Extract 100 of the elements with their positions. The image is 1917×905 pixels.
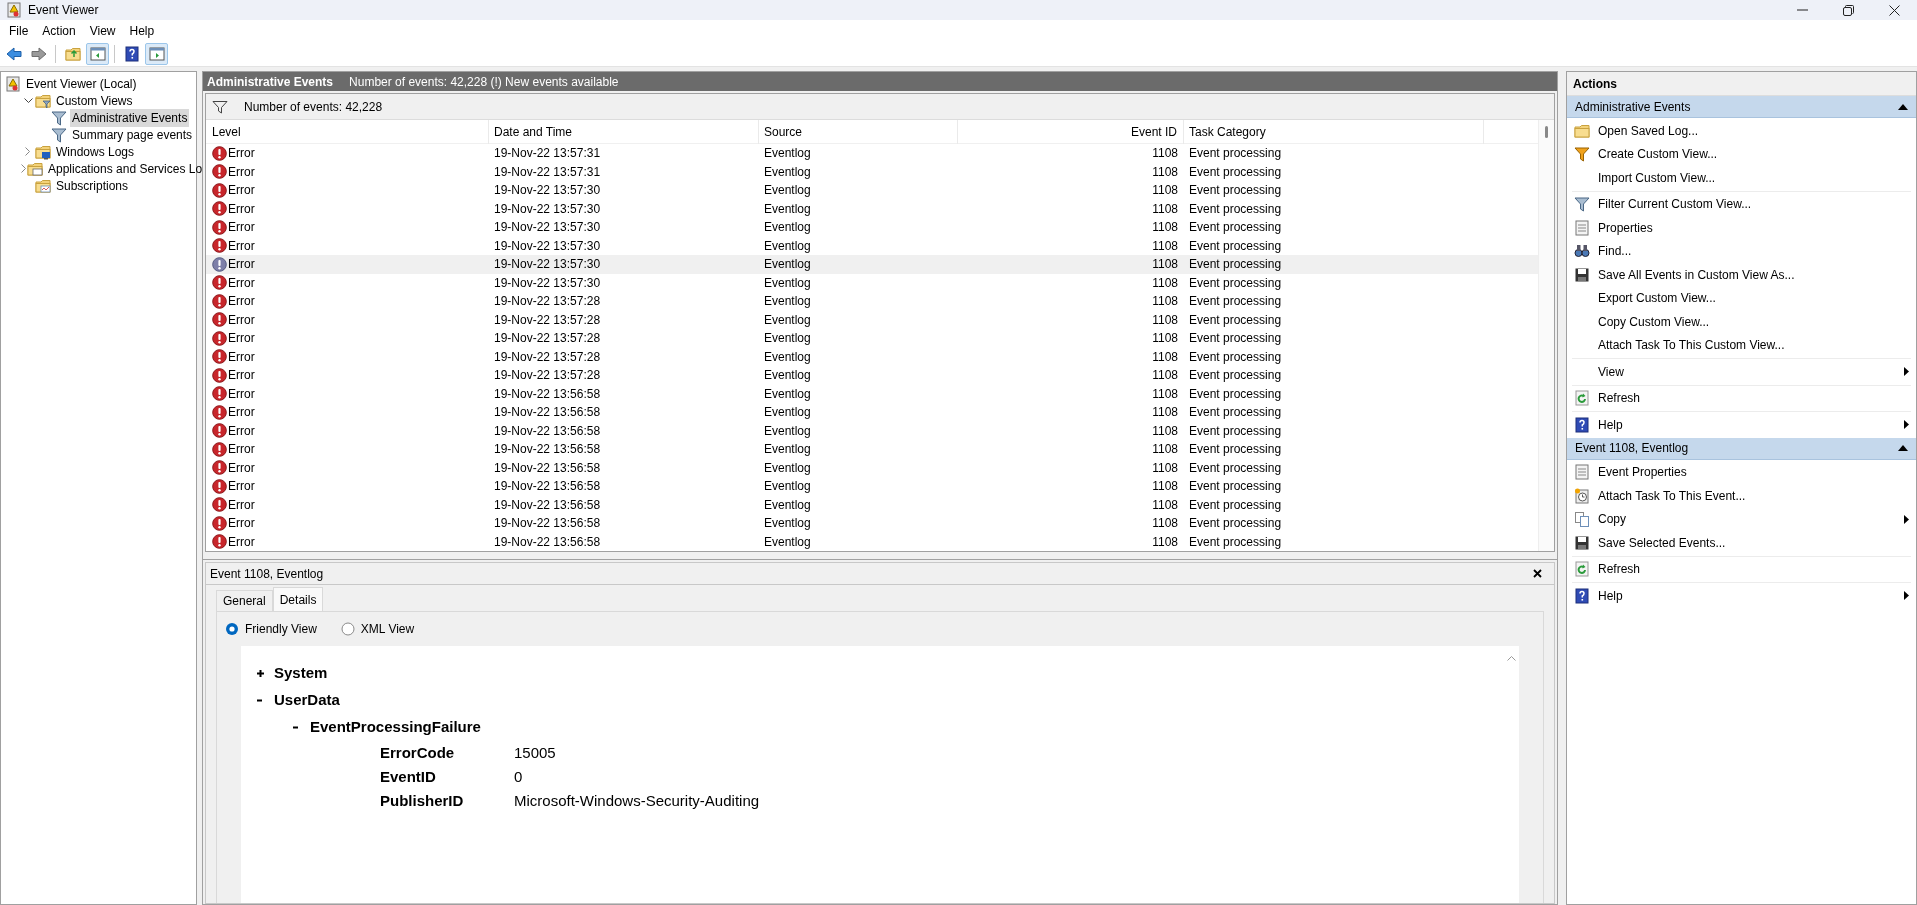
event-row[interactable]: Error 19-Nov-22 13:56:58 Eventlog 1108 Event processing xyxy=(206,477,1538,496)
tree-item[interactable]: Summary page events xyxy=(70,125,195,144)
tree-item[interactable]: Custom Views xyxy=(54,91,135,110)
category-cell: Event processing xyxy=(1189,423,1282,438)
tree-item[interactable]: Subscriptions xyxy=(54,176,131,195)
level-cell-text: Error xyxy=(228,182,255,200)
error-icon xyxy=(212,145,227,161)
column-header[interactable]: Level xyxy=(206,119,489,144)
actions-pane-command[interactable]: Create Custom View... xyxy=(1572,142,1911,166)
source-cell: Eventlog xyxy=(764,386,811,401)
actions-pane-command[interactable]: Copy xyxy=(1572,507,1911,531)
menu-item[interactable]: Help xyxy=(122,21,162,41)
actions-pane-command[interactable]: Find... xyxy=(1572,239,1911,263)
chevron-right-icon[interactable] xyxy=(21,164,27,173)
menu-item[interactable]: View xyxy=(82,21,123,41)
actions-pane-command[interactable]: Refresh xyxy=(1572,386,1911,410)
source-cell: Eventlog xyxy=(764,479,811,494)
actions-pane-command[interactable]: View xyxy=(1572,360,1911,384)
tree-item[interactable]: Windows Logs xyxy=(54,142,137,161)
event-row[interactable]: Error 19-Nov-22 13:57:30 Eventlog 1108 Event processing xyxy=(206,255,1538,274)
event-row[interactable]: Error 19-Nov-22 13:56:58 Eventlog 1108 Event processing xyxy=(206,384,1538,403)
category-cell: Event processing xyxy=(1189,238,1282,253)
actions-pane-command[interactable]: Attach Task To This Custom View... xyxy=(1572,333,1911,357)
tree-item[interactable]: Administrative Events xyxy=(70,108,190,127)
radio-selected-icon[interactable] xyxy=(225,622,239,636)
event-row[interactable]: Error 19-Nov-22 13:57:28 Eventlog 1108 Event processing xyxy=(206,329,1538,348)
actions-pane-command[interactable]: Attach Task To This Event... xyxy=(1572,484,1911,508)
event-id-cell: 1108 xyxy=(1152,479,1178,494)
actions-pane-command[interactable]: Import Custom View... xyxy=(1572,166,1911,190)
event-row[interactable]: Error 19-Nov-22 13:56:58 Eventlog 1108 Event processing xyxy=(206,403,1538,422)
actions-pane-command[interactable]: Save All Events in Custom View As... xyxy=(1572,263,1911,287)
column-header[interactable]: Event ID xyxy=(958,119,1184,144)
scrollbar[interactable] xyxy=(1538,120,1554,551)
category-cell: Event processing xyxy=(1189,312,1282,327)
actions-pane-command[interactable]: Help xyxy=(1572,584,1911,608)
radio-label[interactable]: Friendly View xyxy=(245,620,317,638)
tab[interactable]: Details xyxy=(272,587,324,611)
chevron-right-icon[interactable] xyxy=(25,147,31,156)
event-row[interactable]: Error 19-Nov-22 13:57:30 Eventlog 1108 Event processing xyxy=(206,218,1538,237)
event-row[interactable]: Error 19-Nov-22 13:57:31 Eventlog 1108 Event processing xyxy=(206,144,1538,163)
error-icon xyxy=(212,201,227,217)
tree-item[interactable]: Event Viewer (Local) xyxy=(24,74,139,93)
column-header[interactable]: Task Category xyxy=(1184,119,1484,144)
actions-pane-command[interactable]: Event Properties xyxy=(1572,460,1911,484)
event-id-cell: 1108 xyxy=(1152,442,1178,457)
menu-item[interactable]: File xyxy=(2,21,36,41)
binoculars-icon xyxy=(1574,243,1590,260)
chevron-down-icon[interactable] xyxy=(23,97,33,104)
section-header[interactable]: Event 1108, Eventlog xyxy=(1567,437,1916,460)
column-header[interactable]: Date and Time xyxy=(489,119,759,144)
event-row[interactable]: Error 19-Nov-22 13:57:30 Eventlog 1108 Event processing xyxy=(206,273,1538,292)
column-header[interactable]: Source xyxy=(759,119,958,144)
event-log-icon xyxy=(5,75,21,92)
actions-pane-command[interactable]: Save Selected Events... xyxy=(1572,531,1911,555)
category-cell: Event processing xyxy=(1189,405,1282,420)
event-id-cell: 1108 xyxy=(1152,183,1178,198)
actions-pane-command[interactable]: Copy Custom View... xyxy=(1572,310,1911,334)
save-icon xyxy=(1574,534,1590,551)
event-row[interactable]: Error 19-Nov-22 13:57:28 Eventlog 1108 Event processing xyxy=(206,347,1538,366)
tab[interactable]: General xyxy=(216,590,273,611)
filter-icon xyxy=(51,109,67,126)
event-row[interactable]: Error 19-Nov-22 13:57:31 Eventlog 1108 Event processing xyxy=(206,162,1538,181)
event-row[interactable]: Error 19-Nov-22 13:57:30 Eventlog 1108 Event processing xyxy=(206,236,1538,255)
category-cell: Event processing xyxy=(1189,257,1282,272)
radio-label[interactable]: XML View xyxy=(360,620,415,638)
event-id-cell: 1108 xyxy=(1152,534,1178,549)
field-name: PublisherID xyxy=(380,790,465,811)
menu-item[interactable]: Action xyxy=(35,21,83,41)
event-row[interactable]: Error 19-Nov-22 13:56:58 Eventlog 1108 Event processing xyxy=(206,458,1538,477)
actions-pane-command[interactable]: Refresh xyxy=(1572,557,1911,581)
event-row[interactable]: Error 19-Nov-22 13:57:28 Eventlog 1108 Event processing xyxy=(206,366,1538,385)
source-cell: Eventlog xyxy=(764,257,811,272)
radio-icon[interactable] xyxy=(340,622,355,636)
event-row[interactable]: Error 19-Nov-22 13:57:30 Eventlog 1108 Event processing xyxy=(206,199,1538,218)
date-cell: 19-Nov-22 13:57:28 xyxy=(494,312,601,327)
error-icon xyxy=(212,238,227,254)
error-icon xyxy=(212,441,227,457)
event-row[interactable]: Error 19-Nov-22 13:56:58 Eventlog 1108 Event processing xyxy=(206,532,1538,551)
event-row[interactable]: Error 19-Nov-22 13:56:58 Eventlog 1108 Event processing xyxy=(206,440,1538,459)
event-row[interactable]: Error 19-Nov-22 13:57:30 Eventlog 1108 Event processing xyxy=(206,181,1538,200)
actions-pane-command[interactable]: Properties xyxy=(1572,216,1911,240)
source-cell: Eventlog xyxy=(764,349,811,364)
event-row[interactable]: Error 19-Nov-22 13:57:28 Eventlog 1108 Event processing xyxy=(206,310,1538,329)
event-id-cell: 1108 xyxy=(1152,368,1178,383)
actions-pane-command[interactable]: Filter Current Custom View... xyxy=(1572,192,1911,216)
category-cell: Event processing xyxy=(1189,164,1282,179)
actions-pane-command[interactable]: Help xyxy=(1572,413,1911,437)
section-header[interactable]: Administrative Events xyxy=(1567,96,1916,118)
event-row[interactable]: Error 19-Nov-22 13:56:58 Eventlog 1108 Event processing xyxy=(206,421,1538,440)
event-row[interactable]: Error 19-Nov-22 13:56:58 Eventlog 1108 Event processing xyxy=(206,495,1538,514)
tree-item[interactable]: Applications and Services Lo xyxy=(46,159,205,178)
level-cell-text: Error xyxy=(228,515,255,533)
folder-logs-icon xyxy=(35,143,51,160)
actions-pane-command[interactable]: Export Custom View... xyxy=(1572,286,1911,310)
date-cell: 19-Nov-22 13:57:28 xyxy=(494,368,601,383)
folder-filter-icon xyxy=(35,92,51,109)
event-row[interactable]: Error 19-Nov-22 13:56:58 Eventlog 1108 Event processing xyxy=(206,514,1538,533)
plus-icon[interactable] xyxy=(257,670,264,677)
event-row[interactable]: Error 19-Nov-22 13:57:28 Eventlog 1108 Event processing xyxy=(206,292,1538,311)
actions-pane-command[interactable]: Open Saved Log... xyxy=(1572,119,1911,143)
